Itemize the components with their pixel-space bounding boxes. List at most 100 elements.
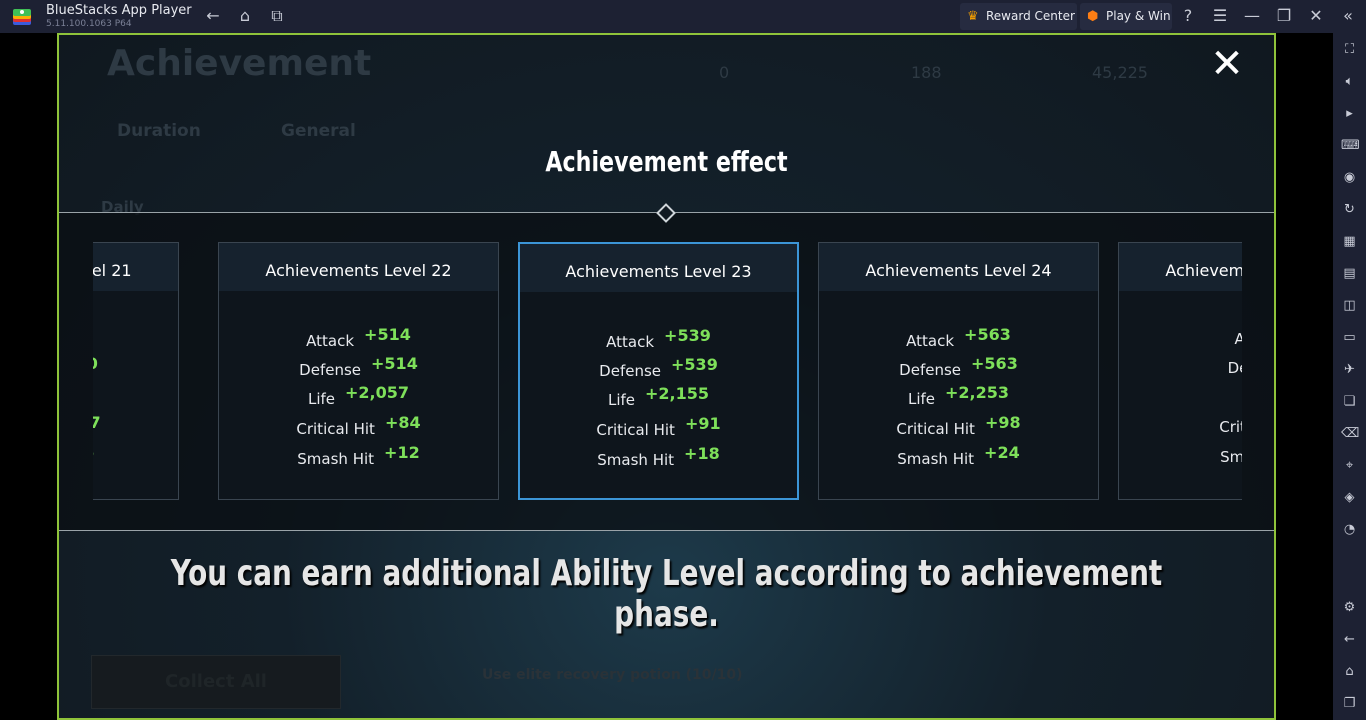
bg-page-title: Achievement — [107, 43, 372, 84]
stat-row: Critical Hit +84 — [219, 413, 498, 438]
level-card[interactable]: Achievements Level 21 Attack+490 Defense+4… — [93, 242, 179, 500]
crown-icon: ♛ — [967, 9, 979, 24]
stat-label: Life — [307, 390, 336, 408]
stat-label: Smash Hit — [597, 451, 675, 469]
reward-center-label: Reward Center — [986, 9, 1075, 23]
title-bar: BlueStacks App Player 5.11.100.1063 P64 … — [0, 0, 1366, 33]
stat-label: Critical Hit — [296, 420, 375, 438]
stat-row: Critical Hit — [1119, 413, 1242, 437]
stat-value: +563 — [971, 354, 1018, 373]
right-sidebar: ⛶ 🔈︎ ▸ ⌨ ◉ ↻ ▦ ▤ ◫ ▭ ✈ ❏ ⌫ ⌖ ◈ ◔ ⚙ ← ⌂ ❐ — [1333, 33, 1366, 720]
layers-icon[interactable]: ◈ — [1341, 489, 1358, 506]
volume-icon[interactable]: 🔈︎ — [1341, 73, 1358, 90]
stat-row: Smash Hit+6 — [93, 443, 178, 467]
bg-tab-duration: Duration — [117, 121, 201, 141]
keyboard-icon[interactable]: ⌨ — [1341, 137, 1360, 154]
stat-row: Smash Hit +24 — [819, 443, 1098, 468]
stat-label: Critical Hit — [596, 421, 675, 439]
stat-label: Critical Hit — [1219, 418, 1242, 436]
stat-row: Defense +514 — [219, 354, 498, 379]
card-title: Achievements Level 21 — [93, 243, 178, 291]
modal-title: Achievement effect — [545, 145, 788, 178]
record-icon[interactable]: ◉ — [1341, 169, 1358, 186]
screenshot-icon[interactable]: ◫ — [1341, 297, 1358, 314]
stat-value: +6 — [93, 443, 94, 462]
stat-row: Critical Hit+77 — [93, 413, 178, 437]
menu-icon[interactable]: ☰ — [1210, 6, 1230, 26]
back-icon[interactable]: ← — [203, 6, 223, 26]
stat-value: +539 — [664, 326, 711, 345]
android-back-icon[interactable]: ← — [1341, 631, 1358, 648]
apk-icon[interactable]: ▤ — [1341, 265, 1358, 282]
help-icon[interactable]: ? — [1178, 6, 1198, 26]
home-icon[interactable]: ⌂ — [235, 6, 255, 26]
cursor-icon[interactable]: ▸ — [1341, 105, 1358, 122]
stat-row: Defense+490 — [93, 354, 178, 378]
modal-hint: You can earn additional Ability Level ac… — [170, 553, 1163, 635]
play-win-button[interactable]: ⬢ Play & Win — [1080, 3, 1172, 30]
collapse-sidebar-icon[interactable]: « — [1338, 6, 1358, 26]
collect-all-button: Collect All — [91, 655, 341, 709]
close-window-icon[interactable]: ✕ — [1306, 6, 1326, 26]
fullscreen-icon[interactable]: ⛶ — [1341, 41, 1358, 58]
level-card[interactable]: Achievements Level 24 Attack +563 Defense +5… — [818, 242, 1099, 500]
card-title: Achievements Level 22 — [219, 243, 498, 291]
stat-label: Smash Hit — [297, 450, 375, 468]
bluestacks-logo — [13, 9, 31, 25]
minimize-icon[interactable]: — — [1242, 6, 1262, 26]
game-viewport: Achievement 0 188 45,225 Duration Genera… — [57, 33, 1276, 720]
bg-task: Use elite recovery potion (10/10) — [482, 667, 743, 683]
stat-value: +539 — [671, 355, 718, 374]
stat-row: Attack — [1119, 325, 1242, 349]
stat-row: Life +2,057 — [219, 383, 498, 408]
stat-label: Defense — [599, 362, 662, 380]
card-title: Achievements Level 23 — [520, 244, 797, 292]
stat-row: Attack +563 — [819, 325, 1098, 350]
recent-apps-icon[interactable]: ❐ — [1341, 695, 1358, 712]
stat-value: +563 — [964, 325, 1011, 344]
stat-label: Attack — [906, 332, 955, 350]
stat-value: +98 — [984, 413, 1021, 432]
airplane-icon[interactable]: ✈ — [1341, 361, 1358, 378]
stat-row: Attack +514 — [219, 325, 498, 350]
stat-label: Life — [907, 390, 936, 408]
rotate-icon[interactable]: ↻ — [1341, 201, 1358, 218]
macro-icon[interactable]: ▦ — [1341, 233, 1358, 250]
stat-label: Attack — [606, 333, 655, 351]
level-card[interactable]: Achievements Level 25 Attack Defense Life Cr… — [1118, 242, 1242, 500]
stat-value: +24 — [984, 443, 1020, 462]
maximize-icon[interactable]: ❐ — [1274, 6, 1294, 26]
stat-row: Life +2,155 — [520, 384, 797, 409]
stat-label: Defense — [299, 361, 362, 379]
stat-row: Defense +539 — [520, 355, 797, 380]
stat-row: Smash Hit +12 — [219, 443, 498, 468]
copy-icon[interactable]: ❏ — [1341, 393, 1358, 410]
speed-icon[interactable]: ◔ — [1341, 521, 1358, 538]
stat-row: Smash Hit +18 — [520, 444, 797, 469]
close-icon[interactable]: ✕ — [1209, 44, 1245, 84]
folder-icon[interactable]: ▭ — [1341, 329, 1358, 346]
settings-icon[interactable]: ⚙ — [1341, 599, 1358, 616]
stat-value: +84 — [384, 413, 421, 432]
bg-currency-3: 45,225 — [1092, 63, 1148, 82]
stat-row: Critical Hit +98 — [819, 413, 1098, 438]
level-card[interactable]: Achievements Level 22 Attack +514 Defense +5… — [218, 242, 499, 500]
stat-row: Smash Hit — [1119, 443, 1242, 467]
play-win-icon: ⬢ — [1087, 9, 1099, 24]
stat-row: Attack+490 — [93, 325, 178, 349]
stat-label: Defense — [1227, 359, 1242, 377]
level-card[interactable]: Achievements Level 23 Attack +539 Defense +5… — [518, 242, 799, 500]
stat-value: +77 — [93, 413, 101, 432]
android-home-icon[interactable]: ⌂ — [1341, 663, 1358, 680]
stat-label: Attack — [306, 332, 355, 350]
stat-label: Smash Hit — [897, 450, 975, 468]
reward-center-button[interactable]: ♛ Reward Center — [960, 3, 1077, 30]
multi-instance-icon[interactable]: ⧉ — [267, 6, 287, 26]
eraser-icon[interactable]: ⌫ — [1341, 425, 1359, 442]
stat-row: Life — [1119, 383, 1242, 407]
location-icon[interactable]: ⌖ — [1341, 457, 1358, 474]
stat-value: +12 — [384, 443, 420, 462]
card-title: Achievements Level 24 — [819, 243, 1098, 291]
play-win-label: Play & Win — [1106, 9, 1171, 23]
level-carousel[interactable]: Achievements Level 21 Attack+490 Defense+4… — [93, 242, 1242, 502]
